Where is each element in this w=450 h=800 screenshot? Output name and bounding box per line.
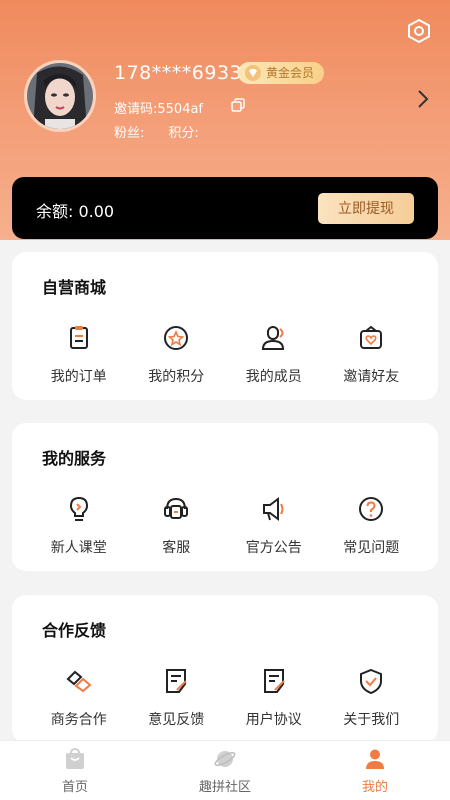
menu-label: 官方公告 [245,540,302,556]
megaphone-icon [262,497,284,521]
balance-amount: 余额: 0.00 [36,202,115,221]
menu-label: 我的订单 [50,369,107,385]
agreement-icon [263,669,285,693]
menu-feedback[interactable]: 意见反馈 [128,667,226,729]
fans-label: 粉丝: [114,126,145,141]
member-badge: 黄金会员 [238,62,325,84]
members-icon [261,326,284,350]
menu-label: 用户协议 [245,712,302,728]
menu-label: 客服 [162,540,191,556]
invite-code: 邀请码:5504af [114,102,204,117]
tab-label: 趣拼社区 [198,780,251,795]
balance-card: 余额: 0.00 立即提现 [12,177,438,239]
menu-label: 新人课堂 [50,540,107,556]
tab-label: 首页 [61,780,88,795]
menu-announcements[interactable]: 官方公告 [225,495,323,557]
question-icon [359,497,384,521]
section-mall: 自营商城 我的订单 我的积分 我的成员 邀请好友 [12,252,438,400]
menu-newbie-class[interactable]: 新人课堂 [30,495,128,557]
menu-label: 我的成员 [245,369,302,385]
withdraw-button[interactable]: 立即提现 [318,193,414,224]
profile-stats: 粉丝: 积分: [114,122,199,141]
menu-about-us[interactable]: 关于我们 [323,667,421,729]
menu-label: 商务合作 [50,712,107,728]
tab-profile[interactable]: 我的 [300,741,450,800]
section-services: 我的服务 新人课堂 客服 官方公告 常见问题 [12,423,438,571]
feedback-icon [166,669,187,693]
profile-icon [366,749,384,769]
community-planet-icon [214,751,236,767]
menu-faq[interactable]: 常见问题 [323,495,421,557]
tab-home[interactable]: 首页 [0,741,150,800]
phone-number: 178****6933 [114,62,243,84]
bottom-tab-bar: 首页 趣拼社区 我的 [0,740,450,800]
member-badge-label: 黄金会员 [266,66,315,80]
menu-label: 关于我们 [343,712,400,728]
menu-label: 意见反馈 [148,712,205,728]
menu-customer-service[interactable]: 客服 [128,495,226,557]
section-title: 我的服务 [42,449,107,468]
tab-community[interactable]: 趣拼社区 [150,741,300,800]
avatar[interactable] [24,60,96,132]
menu-label: 邀请好友 [343,369,400,385]
section-title: 自营商城 [42,278,107,297]
settings-hex-icon[interactable] [406,18,432,44]
menu-my-orders[interactable]: 我的订单 [30,324,128,386]
points-label: 积分: [168,126,199,141]
handshake-icon [66,670,92,693]
points-icon [164,326,189,350]
avatar-photo [27,63,93,129]
menu-my-members[interactable]: 我的成员 [225,324,323,386]
order-icon [69,326,88,349]
copy-icon[interactable] [231,98,245,112]
section-cooperation: 合作反馈 商务合作 意见反馈 用户协议 关于我们 [12,595,438,743]
menu-label: 我的积分 [148,369,205,385]
tab-label: 我的 [361,780,388,795]
menu-invite-friends[interactable]: 邀请好友 [323,324,421,386]
menu-label: 常见问题 [343,540,400,556]
lightbulb-icon [69,496,88,521]
menu-business-cooperation[interactable]: 商务合作 [30,667,128,729]
section-title: 合作反馈 [42,621,107,640]
chevron-right-icon[interactable] [416,88,430,110]
invite-friends-icon [360,325,383,349]
customer-service-icon [164,497,189,519]
menu-my-points[interactable]: 我的积分 [128,324,226,386]
shield-check-icon [360,668,383,695]
diamond-icon [245,65,261,81]
menu-user-agreement[interactable]: 用户协议 [225,667,323,729]
home-bag-icon [66,748,84,769]
